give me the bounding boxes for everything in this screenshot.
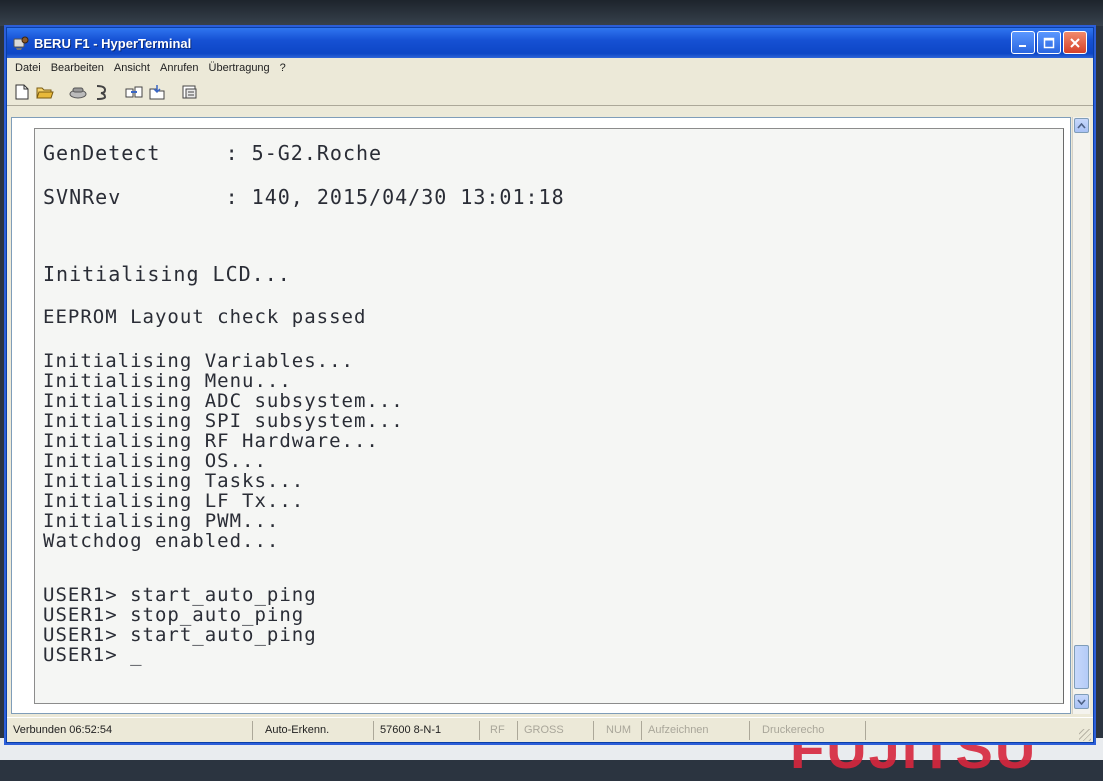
menu-anrufen[interactable]: Anrufen [155, 62, 204, 74]
terminal-line: Initialising OS... [43, 450, 267, 472]
terminal-line: Initialising ADC subsystem... [43, 390, 404, 412]
hyperterminal-window: BERU F1 - HyperTerminal Datei Bearbeiten… [6, 27, 1094, 743]
title-bar[interactable]: BERU F1 - HyperTerminal [7, 28, 1093, 58]
receive-icon [149, 85, 164, 100]
status-connected: Verbunden 06:52:54 [13, 724, 113, 736]
window-title: BERU F1 - HyperTerminal [34, 35, 192, 51]
minimize-icon [1019, 44, 1026, 47]
disconnect-icon [69, 87, 86, 99]
send-icon [125, 86, 142, 98]
terminal-line: USER1> start_auto_ping [43, 624, 317, 646]
menu-help[interactable]: ? [275, 62, 291, 74]
close-icon [1070, 37, 1080, 48]
status-num: NUM [593, 721, 641, 740]
maximize-button[interactable] [1037, 31, 1061, 54]
toolbar [7, 79, 1093, 106]
vertical-scrollbar[interactable] [1072, 117, 1090, 714]
properties-button[interactable] [179, 82, 200, 103]
status-autodetect: Auto-Erkenn. [252, 721, 373, 740]
terminal-line: Initialising SPI subsystem... [43, 410, 404, 432]
terminal-line: Initialising Variables... [43, 350, 354, 372]
terminal-screen[interactable]: GenDetect : 5-G2.Roche SVNRev : 140, 201… [34, 128, 1064, 704]
status-record: Aufzeichnen [641, 721, 749, 740]
terminal-line: SVNRev : 140, 2015/04/30 13:01:18 [43, 185, 565, 209]
terminal-line: Initialising LF Tx... [43, 490, 305, 512]
terminal-area[interactable]: GenDetect : 5-G2.Roche SVNRev : 140, 201… [11, 117, 1071, 714]
send-button[interactable] [123, 82, 144, 103]
terminal-line: USER1> stop_auto_ping [43, 604, 305, 626]
menu-bar: Datei Bearbeiten Ansicht Anrufen Übertra… [7, 58, 1093, 78]
terminal-line: Watchdog enabled... [43, 530, 280, 552]
status-port-settings: 57600 8-N-1 [373, 721, 479, 740]
scroll-up-button[interactable] [1074, 118, 1089, 133]
status-empty-pane [865, 721, 1085, 740]
chevron-up-icon [1077, 122, 1086, 129]
status-printer-echo: Druckerecho [749, 721, 865, 740]
new-button[interactable] [11, 82, 32, 103]
status-rf: RF [479, 721, 517, 740]
resize-grip[interactable] [1079, 729, 1091, 741]
call-button[interactable] [90, 82, 111, 103]
scroll-down-button[interactable] [1074, 694, 1089, 709]
properties-icon [182, 85, 196, 99]
status-gross: GROSS [517, 721, 593, 740]
status-bar: Verbunden 06:52:54 Auto-Erkenn. 57600 8-… [7, 717, 1093, 743]
monitor-bezel-top [0, 0, 1103, 26]
chevron-down-icon [1077, 698, 1086, 705]
terminal-line: Initialising Tasks... [43, 470, 305, 492]
menu-ansicht[interactable]: Ansicht [109, 62, 155, 74]
new-icon [15, 84, 28, 100]
terminal-line: Initialising Menu... [43, 370, 292, 392]
menu-bearbeiten[interactable]: Bearbeiten [46, 62, 109, 74]
menu-datei[interactable]: Datei [10, 62, 46, 74]
terminal-line: USER1> start_auto_ping [43, 584, 317, 606]
close-button[interactable] [1063, 31, 1087, 54]
hyperterminal-icon [13, 36, 29, 50]
scroll-thumb[interactable] [1074, 645, 1089, 689]
open-button[interactable] [34, 82, 55, 103]
minimize-button[interactable] [1011, 31, 1035, 54]
menu-uebertragung[interactable]: Übertragung [204, 62, 275, 74]
receive-button[interactable] [146, 82, 167, 103]
call-icon [96, 85, 106, 100]
terminal-line: EEPROM Layout check passed [43, 306, 367, 328]
terminal-line: Initialising LCD... [43, 262, 291, 286]
terminal-line: Initialising RF Hardware... [43, 430, 379, 452]
terminal-line: Initialising PWM... [43, 510, 280, 532]
terminal-line: GenDetect : 5-G2.Roche [43, 141, 383, 165]
terminal-prompt[interactable]: USER1> _ [43, 645, 143, 665]
disconnect-button[interactable] [67, 82, 88, 103]
open-icon [35, 87, 54, 99]
maximize-icon [1043, 37, 1055, 48]
